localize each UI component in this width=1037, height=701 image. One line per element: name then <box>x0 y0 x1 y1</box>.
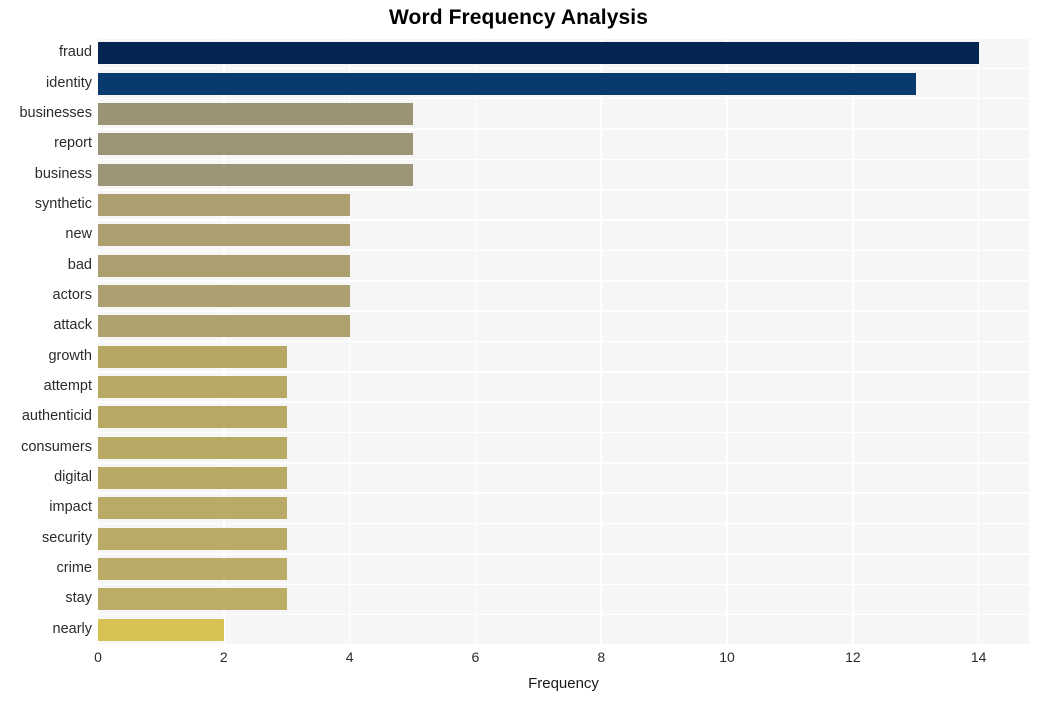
bar-impact <box>98 497 287 520</box>
bar-nearly <box>98 618 224 641</box>
y-tick-label-digital: digital <box>54 469 92 486</box>
gridline-y-15 <box>98 492 1029 495</box>
gridline-y-12 <box>98 401 1029 403</box>
y-tick-label-nearly: nearly <box>52 620 93 637</box>
y-tick-label-identity: identity <box>46 74 92 91</box>
y-tick-label-synthetic: synthetic <box>34 195 92 212</box>
y-tick-label-stay: stay <box>65 590 92 607</box>
bar-new <box>98 224 350 247</box>
x-axis-tick-labels: 0 2 4 6 8 10 12 14 <box>94 649 1029 671</box>
x-tick-label-14: 14 <box>970 649 987 665</box>
y-tick-label-businesses: businesses <box>19 104 92 121</box>
gridline-y-10 <box>98 340 1029 343</box>
gridline-y-2 <box>98 97 1029 100</box>
gridline-y-4 <box>98 158 1029 161</box>
bar-attack <box>98 315 350 338</box>
y-tick-label-growth: growth <box>48 347 92 364</box>
y-axis-tick-labels: fraud identity businesses report business syn… <box>0 38 92 645</box>
plot-area <box>97 37 1029 646</box>
x-tick-label-10: 10 <box>719 649 735 665</box>
bar-digital <box>98 467 287 490</box>
y-tick-label-actors: actors <box>52 286 93 303</box>
bar-businesses <box>98 102 413 125</box>
bar-security <box>98 527 287 550</box>
y-tick-label-fraud: fraud <box>58 44 92 61</box>
gridline-y-20 <box>98 644 1029 646</box>
word-frequency-chart-figure: Word Frequency Analysis fraud identity bus… <box>0 0 1037 701</box>
y-tick-label-crime: crime <box>56 560 92 577</box>
gridline-y-7 <box>98 249 1029 252</box>
y-tick-label-new: new <box>65 226 92 243</box>
gridline-y-17 <box>98 553 1029 555</box>
gridline-y-3 <box>98 128 1029 130</box>
gridline-y-8 <box>98 280 1029 282</box>
x-tick-label-0: 0 <box>94 649 102 665</box>
gridline-y-5 <box>98 188 1029 191</box>
x-tick-label-6: 6 <box>471 649 480 665</box>
y-tick-label-impact: impact <box>49 499 92 516</box>
y-tick-label-attempt: attempt <box>43 378 92 395</box>
x-tick-label-12: 12 <box>845 649 861 665</box>
bar-report <box>98 133 413 156</box>
gridline-y-16 <box>98 522 1029 525</box>
bar-actors <box>98 284 350 307</box>
bar-synthetic <box>98 193 350 216</box>
gridline-y-19 <box>98 613 1029 616</box>
x-tick-label-8: 8 <box>597 649 606 665</box>
gridline-y-18 <box>98 583 1029 586</box>
y-tick-label-bad: bad <box>67 256 92 273</box>
gridline-y-0 <box>98 37 1029 39</box>
bar-growth <box>98 345 287 368</box>
gridline-y-9 <box>98 310 1029 312</box>
y-tick-label-security: security <box>42 529 92 546</box>
y-tick-label-attack: attack <box>53 317 92 334</box>
gridline-y-11 <box>98 371 1029 373</box>
bar-authenticid <box>98 406 287 429</box>
x-tick-label-2: 2 <box>219 649 228 665</box>
x-tick-label-4: 4 <box>345 649 354 665</box>
page-title: Word Frequency Analysis <box>388 6 649 29</box>
gridline-y-6 <box>98 219 1029 221</box>
x-axis-label: Frequency <box>528 675 599 692</box>
gridline-y-14 <box>98 462 1029 464</box>
gridline-y-13 <box>98 431 1029 434</box>
bar-stay <box>98 588 287 611</box>
bar-bad <box>98 254 350 277</box>
bar-crime <box>98 558 287 581</box>
gridline-y-1 <box>98 67 1029 70</box>
bar-fraud <box>98 42 979 65</box>
y-tick-label-authenticid: authenticid <box>21 408 92 425</box>
bar-attempt <box>98 376 287 399</box>
bar-identity <box>98 72 916 95</box>
bar-business <box>98 163 413 186</box>
bar-consumers <box>98 436 287 459</box>
y-tick-label-consumers: consumers <box>21 438 92 455</box>
y-tick-label-report: report <box>54 135 92 152</box>
y-tick-label-business: business <box>34 165 92 182</box>
